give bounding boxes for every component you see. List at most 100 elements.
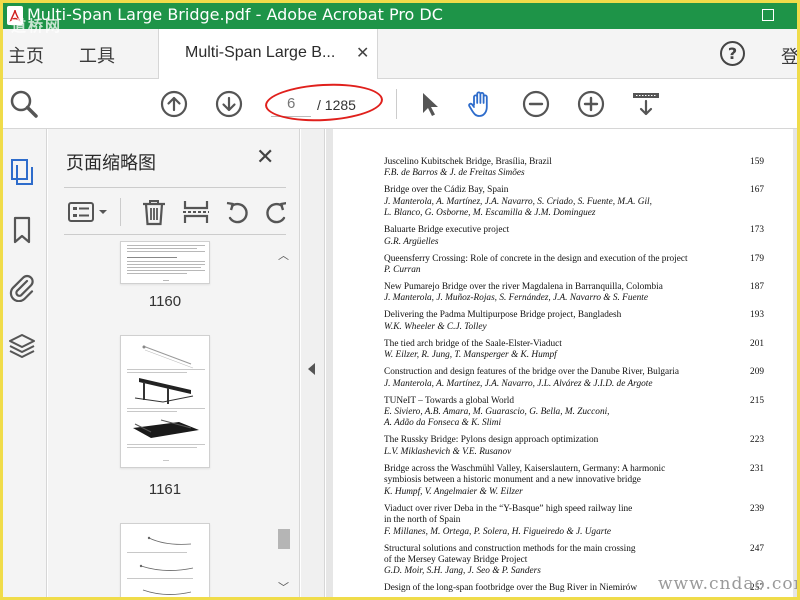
toc-entry-authors: F. Millanes, M. Ortega, P. Solera, H. Fi… xyxy=(384,526,612,537)
toc-entry[interactable]: Bridge over the Cádiz Bay, Spain J. Mante… xyxy=(384,185,764,219)
toc-entry-title: Baluarte Bridge executive project xyxy=(384,225,510,236)
toc-entry-authors: K. Humpf, V. Angelmaier & W. Eilzer xyxy=(384,486,523,497)
toolbar: 6 / 1285 xyxy=(3,79,797,129)
acrobat-window: Multi-Span Large Bridge.pdf - Adobe Acro… xyxy=(3,3,797,597)
scroll-mode-icon[interactable] xyxy=(631,89,661,119)
toc-entry[interactable]: Queensferry Crossing: Role of concrete i… xyxy=(384,254,764,277)
toc-entry[interactable]: Delivering the Padma Multipurpose Bridge… xyxy=(384,310,764,333)
tab-document[interactable]: Multi-Span Large B... ✕ xyxy=(158,29,378,79)
toc-entry-page: 193 xyxy=(750,310,764,321)
rotate-left-icon[interactable] xyxy=(224,198,252,226)
toc-entry-page: 239 xyxy=(750,503,764,514)
toc-entry-authors: W.K. Wheeler & C.J. Tolley xyxy=(384,321,487,332)
toc-entry-page: 201 xyxy=(750,338,764,349)
hand-icon[interactable] xyxy=(466,89,496,119)
zoom-out-icon[interactable] xyxy=(521,89,551,119)
page-up-icon[interactable] xyxy=(159,89,189,119)
toc-entry-title: The Russky Bridge: Pylons design approac… xyxy=(384,435,599,446)
toc-entry[interactable]: Structural solutions and construction me… xyxy=(384,544,764,578)
table-of-contents: Juscelino Kubitschek Bridge, Brasília, B… xyxy=(384,157,764,597)
toc-entry-authors: E. Siviero, A.B. Amara, M. Guarascio, G.… xyxy=(384,407,610,429)
watermark-top-left: 道桥网 xyxy=(11,17,63,35)
toc-entry-page: 173 xyxy=(750,225,764,236)
panel-collapse-handle[interactable] xyxy=(301,129,325,597)
magnify-icon[interactable] xyxy=(9,89,39,119)
maximize-icon xyxy=(762,9,774,21)
left-rail xyxy=(3,129,47,597)
toc-entry-title: Bridge over the Cádiz Bay, Spain xyxy=(384,185,509,196)
thumbnail-scrollbar[interactable]: ︿ ﹀ xyxy=(276,247,292,597)
close-tab-icon[interactable]: ✕ xyxy=(356,43,369,62)
tab-bar: 主页 工具 Multi-Span Large B... ✕ ? 登 xyxy=(3,29,797,79)
toolbar-divider xyxy=(396,89,397,119)
toc-entry-page: 209 xyxy=(750,367,764,378)
toc-entry[interactable]: Viaduct over river Deba in the “Y-Basque… xyxy=(384,504,764,538)
toc-entry-title: Construction and design features of the … xyxy=(384,367,679,378)
login-link[interactable]: 登 xyxy=(781,43,797,69)
toc-entry[interactable]: Juscelino Kubitschek Bridge, Brasília, B… xyxy=(384,157,764,180)
scrollbar-thumb[interactable] xyxy=(278,529,290,549)
toc-entry-page: 159 xyxy=(750,157,764,167)
rotate-right-icon[interactable] xyxy=(262,198,286,226)
toc-entry[interactable]: Bridge across the Waschmühl Valley, Kais… xyxy=(384,464,764,498)
document-tab-title: Multi-Span Large B... xyxy=(185,44,336,61)
toc-entry-title: Structural solutions and construction me… xyxy=(384,543,636,565)
watermark-bottom-right: www.cndao.com xyxy=(658,574,797,594)
toc-entry-authors: L.V. Miklashevich & V.E. Rusanov xyxy=(384,446,512,457)
toc-entry-page: 223 xyxy=(750,435,764,446)
document-page: Juscelino Kubitschek Bridge, Brasília, B… xyxy=(333,129,793,597)
toc-entry-title: Delivering the Padma Multipurpose Bridge… xyxy=(384,310,622,321)
toc-entry-authors: J. Manterola, A. Martínez, J.A. Navarro,… xyxy=(384,378,653,389)
thumbnail-page-1160[interactable] xyxy=(120,241,210,284)
tab-tools[interactable]: 工具 xyxy=(79,42,115,68)
toc-entry-authors: F.B. de Barros & J. de Freitas Simões xyxy=(384,168,525,179)
options-menu-icon[interactable] xyxy=(68,198,112,226)
delete-page-icon[interactable] xyxy=(140,198,168,226)
scroll-up-icon[interactable]: ︿ xyxy=(278,247,289,263)
toc-entry-title: New Pumarejo Bridge over the river Magda… xyxy=(384,282,663,293)
attachment-icon[interactable] xyxy=(7,272,37,303)
select-cursor-icon[interactable] xyxy=(415,89,445,119)
toc-entry-page: 231 xyxy=(750,463,764,474)
toc-entry[interactable]: The tied arch bridge of the Saale-Elster… xyxy=(384,339,764,362)
page-thumbnails-icon[interactable] xyxy=(7,157,37,187)
thumbnail-list: 1160 1161 xyxy=(48,241,274,597)
page-down-icon[interactable] xyxy=(214,89,244,119)
extract-page-icon[interactable] xyxy=(182,198,210,226)
toc-entry-page: 167 xyxy=(750,185,764,196)
toc-entry[interactable]: Construction and design features of the … xyxy=(384,367,764,390)
toc-entry[interactable]: Baluarte Bridge executive project G.R. Ar… xyxy=(384,225,764,248)
toc-entry-authors: P. Curran xyxy=(384,265,421,276)
window-title: Multi-Span Large Bridge.pdf - Adobe Acro… xyxy=(27,5,443,24)
thumbnail-toolbar-divider xyxy=(120,198,121,226)
toc-entry[interactable]: TUNeIT – Towards a global World E. Sivier… xyxy=(384,396,764,430)
bookmark-icon[interactable] xyxy=(7,215,37,245)
help-icon[interactable]: ? xyxy=(720,41,745,66)
toc-entry-authors: J. Manterola, A. Martínez, J.A. Navarro,… xyxy=(384,196,652,219)
red-annotation-ellipse xyxy=(264,80,384,125)
thumbnail-number: 1160 xyxy=(148,293,182,310)
toc-entry-page: 179 xyxy=(750,253,764,264)
thumbnail-figure xyxy=(127,536,194,595)
toc-entry-title: TUNeIT – Towards a global World xyxy=(384,395,515,406)
toc-entry-page: 247 xyxy=(750,543,764,554)
document-view: Juscelino Kubitschek Bridge, Brasília, B… xyxy=(326,129,797,597)
close-panel-icon[interactable]: ✕ xyxy=(256,145,274,170)
layers-icon[interactable] xyxy=(7,331,37,361)
toc-entry-page: 187 xyxy=(750,282,764,293)
thumbnail-page-1162[interactable] xyxy=(120,523,210,597)
toc-entry[interactable]: The Russky Bridge: Pylons design approac… xyxy=(384,435,764,458)
toc-entry[interactable]: New Pumarejo Bridge over the river Magda… xyxy=(384,282,764,305)
toc-entry-authors: G.R. Argüelles xyxy=(384,236,439,247)
zoom-in-icon[interactable] xyxy=(576,89,606,119)
toc-entry-title: Viaduct over river Deba in the “Y-Basque… xyxy=(384,503,633,526)
thumbnail-page-1161[interactable] xyxy=(120,335,210,468)
panel-title: 页面缩略图 xyxy=(66,153,156,174)
toc-entry-authors: W. Eilzer, R. Jung, T. Mansperger & K. H… xyxy=(384,350,557,361)
maximize-button[interactable] xyxy=(748,3,788,29)
collapse-arrow-icon xyxy=(308,363,315,375)
thumbnail-number: 1161 xyxy=(148,481,182,498)
scroll-down-icon[interactable]: ﹀ xyxy=(278,579,289,595)
tab-home[interactable]: 主页 xyxy=(8,42,44,68)
thumbnails-panel: 页面缩略图 ✕ 1160 1161 ︿ ﹀ xyxy=(48,129,300,597)
